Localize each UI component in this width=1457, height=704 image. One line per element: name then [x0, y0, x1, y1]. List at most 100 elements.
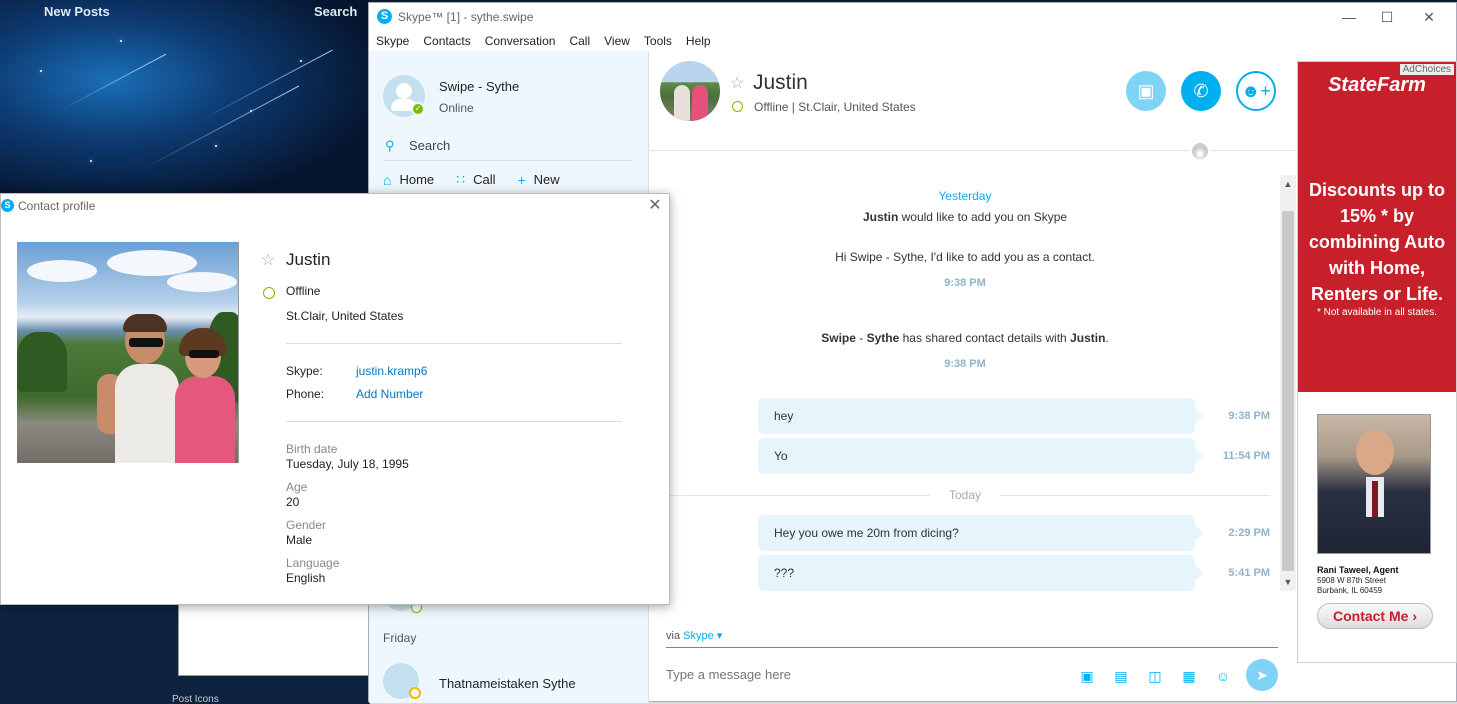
nav-new-posts[interactable]: New Posts — [44, 4, 110, 19]
agent-address: Burbank, IL 60459 — [1317, 586, 1383, 595]
agent-name: Rani Taweel, Agent — [1317, 565, 1399, 575]
chevron-down-icon[interactable]: ▾ — [717, 630, 723, 642]
composer-divider — [666, 647, 1278, 648]
system-message: Swipe - Sythe has shared contact details… — [650, 331, 1280, 345]
message-time: 9:38 PM — [1228, 410, 1270, 422]
sidebar-ad[interactable]: StateFarm Discounts up to 15% * by combi… — [1297, 61, 1457, 663]
message-bubble[interactable]: ??? — [758, 555, 1203, 591]
sidebar-item-label: Home — [399, 172, 435, 187]
system-message-text: would like to add you on Skype — [898, 210, 1068, 224]
contact-me-button[interactable]: Contact Me › — [1317, 603, 1433, 629]
offline-status-icon — [732, 101, 743, 112]
conversation-header: ☆ Justin Offline | St.Clair, United Stat… — [650, 51, 1296, 161]
skype-name-link[interactable]: justin.kramp6 — [356, 364, 427, 378]
sidebar-search[interactable]: ⚲ Search — [383, 133, 633, 161]
message-time: 9:38 PM — [944, 358, 986, 370]
gender-label: Gender — [286, 518, 327, 532]
window-title: Skype™ [1] - sythe.swipe — [398, 10, 534, 24]
online-status-icon: ✓ — [411, 102, 425, 116]
system-message-name: Swipe — [821, 331, 856, 345]
message-time: 11:54 PM — [1222, 450, 1270, 462]
forum-reply-textarea[interactable] — [178, 604, 370, 676]
message-bubble[interactable]: Yo — [758, 438, 1203, 474]
gender-value: Male — [286, 533, 313, 547]
system-message-text: has shared contact details with — [899, 331, 1071, 345]
system-message-name: Justin — [1070, 331, 1106, 345]
message-scrollbar[interactable]: ▲ ▼ — [1280, 175, 1296, 591]
send-file-icon[interactable]: ▤ — [1111, 667, 1131, 685]
message-list: Yesterday Justin would like to add you o… — [650, 153, 1280, 593]
post-icons-label: Post Icons — [172, 694, 219, 704]
agent-photo — [1317, 414, 1431, 554]
via-label: via — [666, 630, 681, 642]
send-contact-icon[interactable]: ▦ — [1179, 667, 1199, 685]
dialog-title: Contact profile — [18, 199, 96, 213]
scroll-down-icon[interactable]: ▼ — [1280, 575, 1296, 589]
maximize-button[interactable]: ☐ — [1373, 7, 1401, 27]
system-message: Justin would like to add you on Skype — [650, 210, 1280, 224]
system-message-name: Justin — [862, 210, 899, 224]
menu-view[interactable]: View — [604, 31, 630, 51]
close-icon[interactable]: ✕ — [645, 196, 665, 216]
skype-label: Skype: — [286, 364, 323, 378]
birth-date-label: Birth date — [286, 442, 338, 456]
add-people-button[interactable]: ☻+ — [1236, 71, 1276, 111]
scroll-thumb[interactable] — [1282, 211, 1294, 571]
plus-icon: + — [517, 171, 526, 188]
contact-avatar[interactable] — [660, 61, 720, 121]
add-number-link[interactable]: Add Number — [356, 387, 423, 401]
profile-status: Offline — [286, 284, 321, 298]
message-bubble[interactable]: hey — [758, 398, 1203, 434]
nav-search[interactable]: Search — [314, 4, 357, 19]
via-service[interactable]: Skype — [683, 630, 714, 642]
menu-tools[interactable]: Tools — [644, 31, 672, 51]
video-message-icon[interactable]: ◫ — [1145, 667, 1165, 685]
video-call-button[interactable]: ▣ — [1126, 71, 1166, 111]
system-message: Hi Swipe - Sythe, I'd like to add you as… — [835, 250, 1095, 264]
agent-address: 5908 W 87th Street — [1317, 576, 1386, 585]
recent-section-header: Friday — [383, 631, 417, 645]
menu-call[interactable]: Call — [569, 31, 590, 51]
divider — [286, 343, 622, 344]
ad-brand-logo: StateFarm — [1328, 74, 1426, 96]
birth-date-value: Tuesday, July 18, 1995 — [286, 457, 409, 471]
profile-photo — [17, 242, 238, 463]
contact-me-label: Contact Me — [1332, 608, 1409, 624]
contact-profile-dialog: S Contact profile ✕ ☆ Justin Offline St.… — [0, 193, 670, 605]
system-message-text: . — [1105, 331, 1109, 345]
voice-call-button[interactable]: ✆ — [1181, 71, 1221, 111]
scroll-up-icon[interactable]: ▲ — [1280, 177, 1296, 191]
age-value: 20 — [286, 495, 300, 509]
minimize-button[interactable]: — — [1335, 7, 1363, 27]
system-message-text: - — [855, 331, 867, 345]
away-status-icon — [409, 687, 421, 699]
language-value: English — [286, 571, 326, 585]
menu-skype[interactable]: Skype — [376, 31, 409, 51]
sidebar-item-call[interactable]: ∷ Call — [456, 171, 495, 188]
dialpad-icon: ∷ — [456, 171, 466, 187]
send-button[interactable]: ➤ — [1246, 659, 1278, 691]
ad-headline: Discounts up to 15% * by combining Auto … — [1308, 180, 1446, 304]
adchoices-label[interactable]: AdChoices — [1399, 64, 1454, 75]
send-photo-icon[interactable]: ▣ — [1077, 667, 1097, 685]
menu-conversation[interactable]: Conversation — [485, 31, 556, 51]
message-input[interactable] — [666, 667, 1046, 682]
contact-name[interactable]: Thatnameistaken Sythe — [439, 676, 576, 691]
ad-banner: StateFarm Discounts up to 15% * by combi… — [1298, 62, 1456, 392]
contact-status: Offline | St.Clair, United States — [754, 100, 916, 114]
menu-help[interactable]: Help — [686, 31, 711, 51]
contact-name[interactable]: Justin — [753, 71, 808, 95]
message-bubble[interactable]: Hey you owe me 20m from dicing? — [758, 515, 1203, 551]
emoticon-icon[interactable]: ☺ — [1213, 667, 1233, 685]
ad-fine-print: * Not available in all states. — [1316, 307, 1438, 318]
sidebar-item-home[interactable]: ⌂ Home — [383, 171, 434, 188]
via-selector[interactable]: via Skype ▾ — [666, 629, 722, 642]
menu-contacts[interactable]: Contacts — [423, 31, 470, 51]
my-name[interactable]: Swipe - Sythe — [439, 79, 519, 94]
favorite-star-icon[interactable]: ☆ — [261, 250, 275, 270]
favorite-star-icon[interactable]: ☆ — [730, 73, 744, 93]
sidebar-item-new[interactable]: + New — [517, 171, 559, 188]
chevron-right-icon: › — [1412, 608, 1417, 624]
search-icon: ⚲ — [385, 138, 395, 153]
close-button[interactable]: ✕ — [1415, 7, 1443, 27]
